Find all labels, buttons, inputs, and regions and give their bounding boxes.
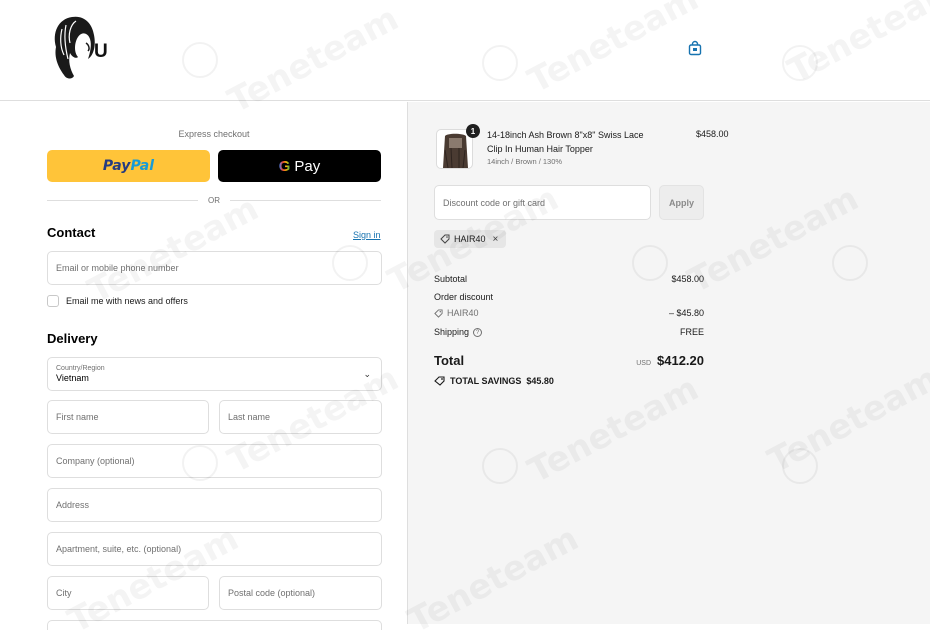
email-field[interactable]: Email or mobile phone number xyxy=(47,251,382,285)
product-price: $458.00 xyxy=(696,129,729,139)
savings-tag-icon xyxy=(434,376,445,386)
quantity-badge: 1 xyxy=(466,124,480,138)
tag-icon xyxy=(440,234,450,244)
subtotal-row: Subtotal $458.00 xyxy=(434,274,704,284)
shipping-label: Shipping xyxy=(434,327,470,337)
sign-in-link[interactable]: Sign in xyxy=(353,230,381,240)
chevron-down-icon: ⌄ xyxy=(363,369,371,379)
savings-label: TOTAL SAVINGS xyxy=(450,376,522,386)
address-field[interactable]: Address xyxy=(47,488,382,522)
divider-line xyxy=(230,199,381,201)
google-pay-button[interactable]: G Pay xyxy=(218,150,381,182)
newsletter-checkbox-row[interactable]: Email me with news and offers xyxy=(47,295,188,307)
paypal-text-pay: Pay xyxy=(102,158,131,174)
or-divider: OR xyxy=(47,194,381,206)
paypal-text-pal: Pal xyxy=(130,158,155,174)
discount-code-text: HAIR40 xyxy=(447,308,479,318)
or-text: OR xyxy=(208,195,220,205)
total-value: $412.20 xyxy=(657,353,704,368)
applied-code-text: HAIR40 xyxy=(454,234,486,244)
subtotal-value: $458.00 xyxy=(671,274,704,284)
total-amount: USD $412.20 xyxy=(636,353,704,368)
checkout-form-panel: Express checkout Pay Pal G Pay OR Contact… xyxy=(0,102,407,630)
city-placeholder: City xyxy=(56,588,72,598)
apply-discount-button[interactable]: Apply xyxy=(659,185,704,220)
tag-icon xyxy=(434,308,443,318)
shipping-label-wrap: Shipping? xyxy=(434,327,483,338)
newsletter-label: Email me with news and offers xyxy=(66,296,188,306)
apartment-placeholder: Apartment, suite, etc. (optional) xyxy=(56,544,182,554)
total-label: Total xyxy=(434,353,465,368)
divider-line xyxy=(47,199,198,201)
discount-placeholder: Discount code or gift card xyxy=(443,197,546,208)
discount-code-input[interactable]: Discount code or gift card xyxy=(434,185,651,220)
country-value: Vietnam xyxy=(56,373,89,383)
discount-value: – $45.80 xyxy=(668,308,704,318)
contact-heading: Contact xyxy=(47,225,96,240)
country-select[interactable]: Country/Region Vietnam ⌄ xyxy=(47,357,382,391)
delivery-heading: Delivery xyxy=(47,331,98,346)
email-placeholder: Email or mobile phone number xyxy=(56,263,179,273)
shipping-value: FREE xyxy=(679,327,704,337)
country-label: Country/Region xyxy=(56,365,105,372)
first-name-field[interactable]: First name xyxy=(47,400,209,434)
order-summary-panel: 1 14-18inch Ash Brown 8"x8" Swiss Lace C… xyxy=(407,102,930,624)
brand-logo[interactable]: U xyxy=(50,13,112,81)
discount-code-label: HAIR40 xyxy=(434,308,479,318)
logo-letter: U xyxy=(94,41,108,62)
paypal-button[interactable]: Pay Pal xyxy=(47,150,210,182)
company-placeholder: Company (optional) xyxy=(56,456,135,466)
address-placeholder: Address xyxy=(56,500,90,510)
subtotal-label: Subtotal xyxy=(434,274,468,284)
discount-code-row: HAIR40 – $45.80 xyxy=(434,308,704,318)
product-variant: 14inch / Brown / 130% xyxy=(487,157,563,166)
next-field-partial[interactable] xyxy=(47,620,382,630)
order-discount-row: Order discount xyxy=(434,292,704,302)
first-name-placeholder: First name xyxy=(56,412,99,422)
shipping-row: Shipping? FREE xyxy=(434,327,704,338)
total-row: Total USD $412.20 xyxy=(434,353,704,368)
postal-code-placeholder: Postal code (optional) xyxy=(228,588,316,598)
company-field[interactable]: Company (optional) xyxy=(47,444,382,478)
header: U xyxy=(0,0,930,101)
product-title: 14-18inch Ash Brown 8"x8" Swiss Lace Cli… xyxy=(487,130,644,154)
google-pay-label: Pay xyxy=(294,157,321,175)
newsletter-checkbox[interactable] xyxy=(47,295,59,307)
question-info-icon[interactable]: ? xyxy=(473,328,483,338)
apartment-field[interactable]: Apartment, suite, etc. (optional) xyxy=(47,532,382,566)
last-name-field[interactable]: Last name xyxy=(219,400,382,434)
last-name-placeholder: Last name xyxy=(228,412,271,422)
express-checkout-label: Express checkout xyxy=(178,129,250,139)
order-discount-label: Order discount xyxy=(434,292,494,302)
remove-discount-close-icon[interactable]: × xyxy=(493,234,499,245)
postal-code-field[interactable]: Postal code (optional) xyxy=(219,576,382,610)
savings-value: $45.80 xyxy=(526,376,554,386)
google-g-icon: G xyxy=(278,157,291,175)
currency-code: USD xyxy=(636,360,651,367)
applied-discount-chip: HAIR40 × xyxy=(434,230,507,248)
shopping-bag-icon[interactable] xyxy=(687,40,703,56)
total-savings-row: TOTAL SAVINGS $45.80 xyxy=(434,376,554,386)
city-field[interactable]: City xyxy=(47,576,209,610)
